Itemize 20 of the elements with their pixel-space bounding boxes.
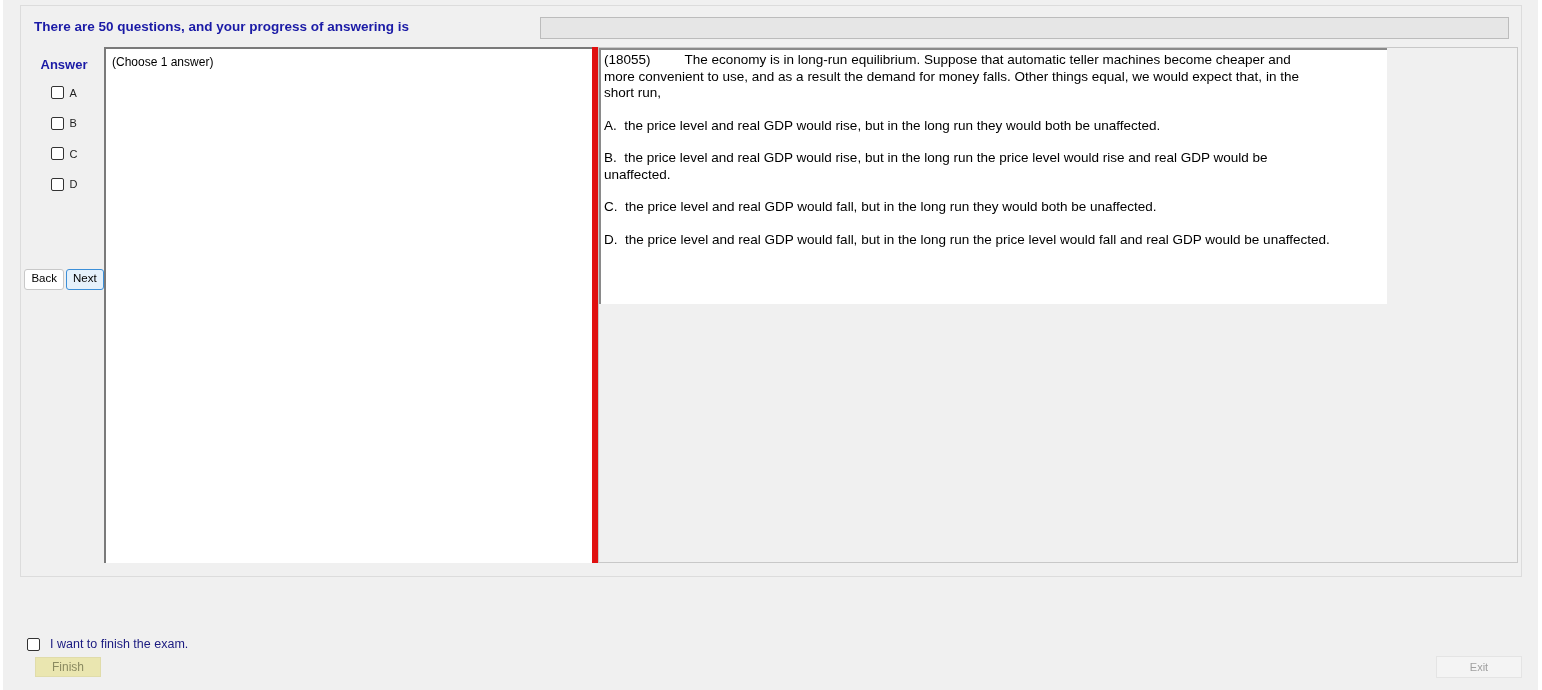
progress-text: There are 50 questions, and your progress of answering is [34, 18, 410, 37]
nav-button[interactable]: Next [65, 268, 104, 290]
choice-text: C. the price level and real GDP would fall, but in the long run they would both be unaffected. [604, 199, 1158, 216]
option-checkbox[interactable] [50, 116, 64, 130]
option-label: C [69, 146, 78, 162]
choice-text: B. the price level and real GDP would rise, but in the long run the price level would rise and real GDP would be unaffected. [604, 150, 1269, 183]
finish-label: I want to finish the exam. [50, 636, 189, 653]
option-checkbox[interactable] [50, 86, 64, 100]
finish-checkbox[interactable] [27, 637, 40, 651]
answer-heading: Answer [40, 56, 88, 74]
question-text: (18055) The economy is in long-run equilibrium. Suppose that automatic teller machines become cheaper and more convenient to use, and as a result the demand for money falls. Other things equal, we would expect that, in the short run, [604, 52, 1300, 102]
nav-button[interactable]: Back [24, 268, 64, 290]
option-checkbox[interactable] [50, 177, 64, 191]
option-label: B [69, 116, 77, 131]
option-label: D [69, 177, 78, 192]
option-checkbox[interactable] [50, 147, 64, 161]
choice-text: A. the price level and real GDP would rise, but in the long run they would both be unaffected. [604, 117, 1162, 134]
answer-field[interactable]: (Choose 1 answer) [104, 47, 592, 563]
option-label: A [69, 85, 77, 101]
choice-text: D. the price level and real GDP would fall, but in the long run the price level would fall and real GDP would be unaffected. [604, 231, 1331, 248]
